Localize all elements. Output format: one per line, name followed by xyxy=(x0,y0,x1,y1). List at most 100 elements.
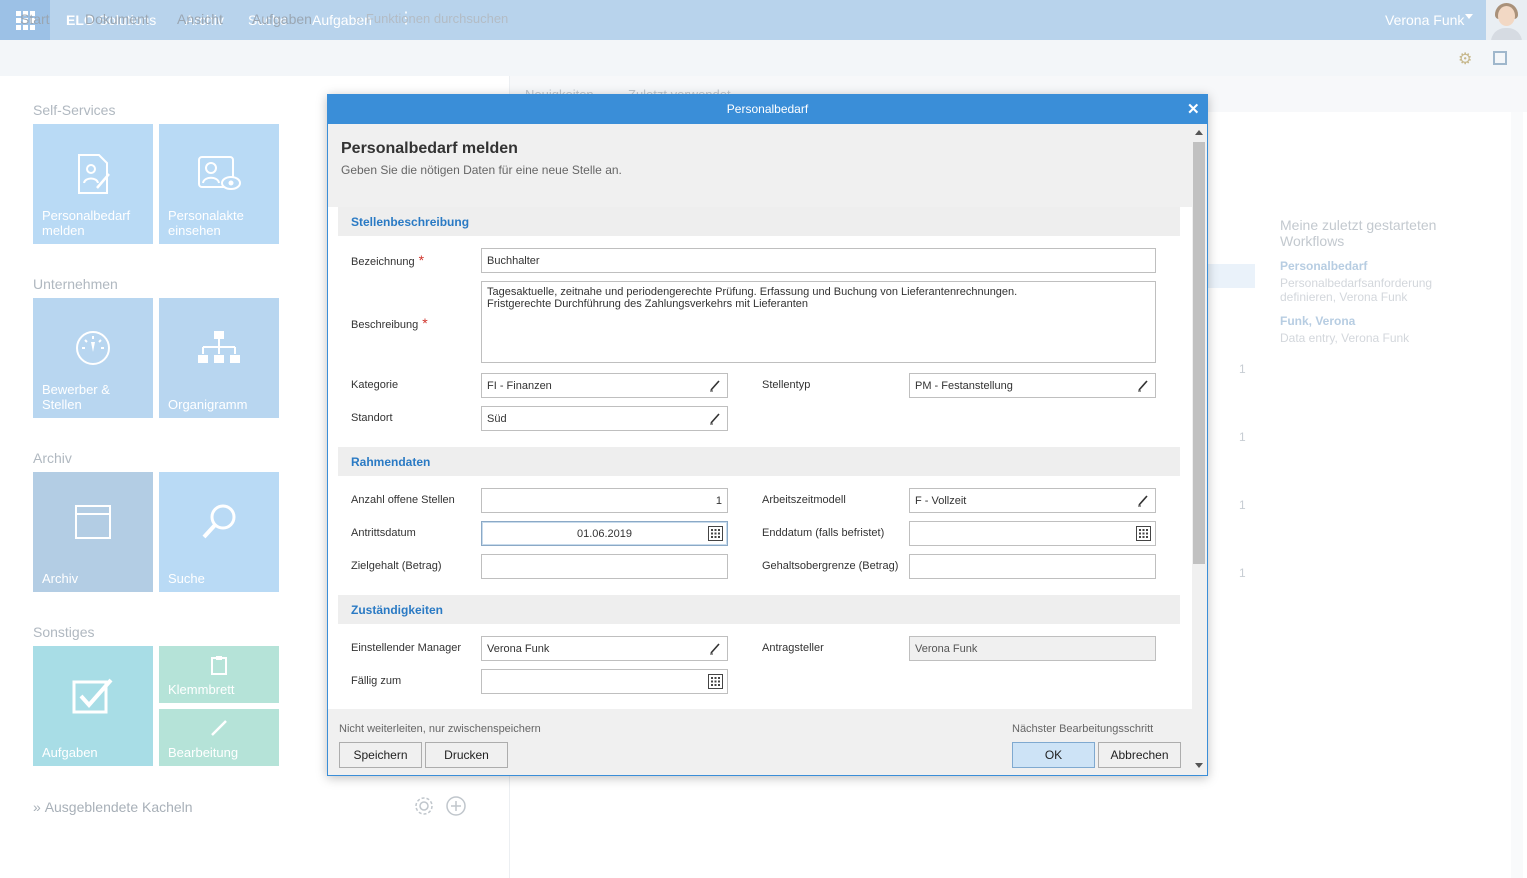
count-badge: 1 xyxy=(1239,362,1246,376)
enddatum-field[interactable] xyxy=(909,521,1156,546)
ribbon-tab-aufgaben[interactable]: Aufgaben xyxy=(252,11,312,27)
add-tile-icon[interactable] xyxy=(445,795,467,820)
edit-pencil-icon[interactable] xyxy=(1137,378,1149,392)
edit-pencil-icon[interactable] xyxy=(1137,493,1149,507)
manager-label: Einstellender Manager xyxy=(351,642,462,654)
manager-field[interactable]: Verona Funk xyxy=(481,636,728,661)
calendar-icon[interactable] xyxy=(708,674,723,689)
calendar-icon[interactable] xyxy=(1136,526,1151,541)
tile-aufgaben[interactable]: Aufgaben xyxy=(33,646,153,766)
scroll-up-arrow-icon[interactable] xyxy=(1195,130,1203,135)
section-rahmendaten: Rahmendaten xyxy=(338,447,1180,476)
edit-pencil-icon[interactable] xyxy=(709,411,721,425)
enddatum-label: Enddatum (falls befristet) xyxy=(762,527,885,539)
save-hint-label: Nicht weiterleiten, nur zwischenspeicher… xyxy=(339,723,541,735)
ok-button[interactable]: OK xyxy=(1012,742,1095,768)
beschreibung-label: Beschreibung * xyxy=(351,315,428,331)
count-badge: 1 xyxy=(1239,498,1246,512)
antragsteller-field: Verona Funk xyxy=(909,636,1156,661)
tile-personalbedarf-melden[interactable]: Personalbedarf melden xyxy=(33,124,153,244)
tile-archiv[interactable]: Archiv xyxy=(33,472,153,592)
personalbedarf-dialog: Personalbedarf ✕ Personalbedarf melden G… xyxy=(327,94,1208,776)
kategorie-field[interactable]: FI - Finanzen xyxy=(481,373,728,398)
user-menu[interactable]: Verona Funk xyxy=(1385,12,1464,28)
faellig-date-field[interactable] xyxy=(481,669,728,694)
recent-workflows-title: Meine zuletzt gestarteten Workflows xyxy=(1280,217,1437,249)
section-stellenbeschreibung: Stellenbeschreibung xyxy=(338,207,1180,236)
form-header: Personalbedarf melden Geben Sie die nöti… xyxy=(328,124,1192,207)
form-subheading: Geben Sie die nötigen Daten für eine neu… xyxy=(341,163,622,177)
top-bar: ELO Solutions Archiv Suche Aufgaben ⋮ Ve… xyxy=(0,0,1527,40)
caret-down-icon[interactable] xyxy=(1465,14,1473,19)
section-unternehmen: Unternehmen xyxy=(33,276,118,292)
checkbox-icon xyxy=(33,646,153,746)
hidden-tiles-link[interactable]: » Ausgeblendete Kacheln xyxy=(33,799,193,815)
workflow-link-personalbedarf[interactable]: Personalbedarf xyxy=(1280,259,1367,273)
tile-settings-icon[interactable] xyxy=(413,795,435,820)
dialog-body: Personalbedarf melden Geben Sie die nöti… xyxy=(328,124,1192,709)
ribbon-tab-ansicht[interactable]: Ansicht xyxy=(177,11,223,27)
scrollbar-thumb[interactable] xyxy=(1193,142,1205,564)
bezeichnung-field[interactable]: Buchhalter xyxy=(481,248,1156,273)
required-marker: * xyxy=(422,315,428,331)
antritt-date-field[interactable]: 01.06.2019 xyxy=(481,521,728,546)
cancel-button[interactable]: Abbrechen xyxy=(1098,742,1181,768)
kategorie-label: Kategorie xyxy=(351,379,399,391)
avatar[interactable] xyxy=(1486,0,1527,40)
anzahl-label: Anzahl offene Stellen xyxy=(351,494,455,506)
standort-label: Standort xyxy=(351,412,393,424)
tile-suche[interactable]: Suche xyxy=(159,472,279,592)
fullscreen-icon[interactable] xyxy=(1493,51,1507,65)
arbeitszeit-label: Arbeitszeitmodell xyxy=(762,494,846,506)
ribbon-tab-start[interactable]: Start xyxy=(20,11,50,27)
settings-icon[interactable]: ⚙ xyxy=(1458,49,1472,69)
obergrenze-field[interactable] xyxy=(909,554,1156,579)
tile-personalakte-einsehen[interactable]: Personalakte einsehen xyxy=(159,124,279,244)
tile-klemmbrett[interactable]: Klemmbrett xyxy=(159,646,279,703)
ribbon xyxy=(0,40,1527,76)
bezeichnung-label: Bezeichnung * xyxy=(351,252,425,268)
zielgehalt-field[interactable] xyxy=(481,554,728,579)
dialog-titlebar[interactable]: Personalbedarf ✕ xyxy=(328,95,1207,124)
workflow-link-funk-verona[interactable]: Funk, Verona xyxy=(1280,314,1355,328)
arbeitszeit-field[interactable]: F - Vollzeit xyxy=(909,488,1156,513)
pencil-icon xyxy=(159,709,279,747)
zielgehalt-label: Zielgehalt (Betrag) xyxy=(351,560,442,572)
dialog-scrollbar[interactable] xyxy=(1192,124,1207,775)
required-marker: * xyxy=(418,252,425,268)
workflow-subtitle: Personalbedarfsanforderung definieren, V… xyxy=(1280,276,1433,304)
tile-bewerber-stellen[interactable]: Bewerber & Stellen xyxy=(33,298,153,418)
next-step-label: Nächster Bearbeitungsschritt xyxy=(1012,723,1154,735)
antragsteller-label: Antragsteller xyxy=(762,642,824,654)
close-icon[interactable]: ✕ xyxy=(1187,100,1200,118)
obergrenze-label: Gehaltsobergrenze (Betrag) xyxy=(762,560,899,572)
form-heading: Personalbedarf melden xyxy=(341,140,518,157)
stellentyp-field[interactable]: PM - Festanstellung xyxy=(909,373,1156,398)
antritt-label: Antrittsdatum xyxy=(351,527,416,539)
count-badge: 1 xyxy=(1239,430,1246,444)
selected-row-highlight xyxy=(1208,264,1255,288)
beschreibung-textarea[interactable]: Tagesaktuelle, zeitnahe und periodengere… xyxy=(481,281,1156,363)
clipboard-icon xyxy=(159,646,279,684)
tile-organigramm[interactable]: Organigramm xyxy=(159,298,279,418)
edit-pencil-icon[interactable] xyxy=(709,378,721,392)
print-button[interactable]: Drucken xyxy=(425,742,508,768)
function-search-input[interactable]: ⌕ Funktionen durchsuchen xyxy=(355,11,508,27)
double-chevron-right-icon: » xyxy=(33,799,41,815)
scroll-down-arrow-icon[interactable] xyxy=(1195,763,1203,768)
edit-pencil-icon[interactable] xyxy=(709,641,721,655)
page-scrollbar[interactable] xyxy=(1511,112,1523,878)
tile-bearbeitung[interactable]: Bearbeitung xyxy=(159,709,279,766)
workflow-subtitle: Data entry, Verona Funk xyxy=(1280,331,1410,345)
section-archiv: Archiv xyxy=(33,450,72,466)
standort-field[interactable]: Süd xyxy=(481,406,728,431)
search-icon: ⌕ xyxy=(355,11,363,26)
dialog-footer: Nicht weiterleiten, nur zwischenspeicher… xyxy=(328,709,1192,775)
dialog-title: Personalbedarf xyxy=(726,102,809,116)
save-button[interactable]: Speichern xyxy=(339,742,422,768)
stellentyp-label: Stellentyp xyxy=(762,379,811,391)
anzahl-field[interactable]: 1 xyxy=(481,488,728,513)
faellig-label: Fällig zum xyxy=(351,675,402,687)
ribbon-tab-dokument[interactable]: Dokument xyxy=(85,11,149,27)
calendar-icon[interactable] xyxy=(708,526,723,541)
